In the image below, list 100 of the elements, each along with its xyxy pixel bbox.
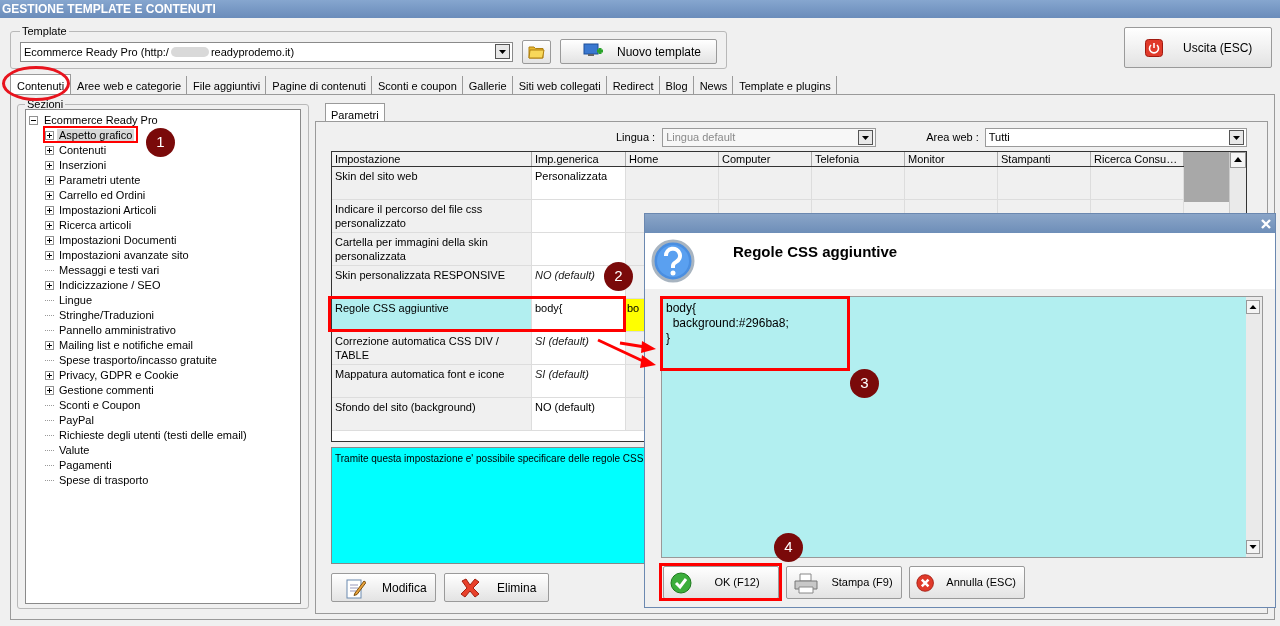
tree-item[interactable]: Pagamenti — [57, 459, 114, 472]
tree-item[interactable]: Impostazioni Articoli — [57, 204, 159, 217]
delete-button[interactable]: Elimina — [444, 573, 549, 602]
column-header[interactable]: Impostazione — [332, 152, 532, 166]
edit-button[interactable]: Modifica — [331, 573, 436, 602]
tab[interactable]: Contenuti — [10, 74, 72, 94]
table-cell[interactable] — [532, 200, 626, 233]
tree-item[interactable]: Valute — [57, 444, 92, 457]
tree-item[interactable]: Stringhe/Traduzioni — [57, 309, 156, 322]
cell-value: SI (default) — [535, 335, 589, 347]
tree-item[interactable]: Ecommerce Ready Pro — [42, 114, 160, 127]
table-cell[interactable] — [812, 167, 905, 200]
tree-item[interactable]: Impostazioni Documenti — [57, 234, 179, 247]
close-icon[interactable] — [1260, 217, 1272, 230]
expand-icon[interactable] — [45, 131, 54, 140]
column-header[interactable]: Home — [626, 152, 719, 166]
area-dropdown[interactable]: Tutti — [984, 127, 1247, 147]
tree-item[interactable]: Contenuti — [57, 144, 109, 157]
print-button[interactable]: Stampa (F9) — [786, 566, 902, 599]
tree-item[interactable]: PayPal — [57, 414, 96, 427]
tree-item[interactable]: Spese trasporto/incasso gratuite — [57, 354, 219, 367]
expand-icon[interactable] — [45, 251, 54, 260]
tree-item[interactable]: Parametri utente — [57, 174, 143, 187]
cell-value: Personalizzata — [535, 170, 608, 182]
folder-button[interactable] — [522, 39, 551, 64]
column-header[interactable]: Ricerca Consu… — [1091, 152, 1184, 166]
expand-icon[interactable] — [45, 161, 54, 170]
new-template-button[interactable]: Nuovo template — [560, 39, 717, 65]
table-cell[interactable] — [905, 167, 998, 200]
setting-cell[interactable]: Sfondo del sito (background) — [332, 398, 532, 431]
tree-item[interactable]: Spese di trasporto — [57, 474, 151, 487]
table-cell[interactable] — [626, 167, 719, 200]
cancel-icon — [916, 571, 935, 594]
dialog-title: Regole CSS aggiuntive — [733, 242, 898, 262]
group-label: Template — [21, 24, 68, 39]
tree-item[interactable]: Inserzioni — [57, 159, 109, 172]
collapse-icon[interactable] — [29, 116, 38, 125]
expand-icon[interactable] — [45, 386, 54, 395]
tree-item[interactable]: Messaggi e testi vari — [57, 264, 162, 277]
cell-value: NO (default) — [535, 269, 595, 281]
expand-icon[interactable] — [45, 281, 54, 290]
power-icon — [1145, 38, 1163, 57]
setting-cell[interactable]: Skin del sito web — [332, 167, 532, 200]
tree-item[interactable]: Gestione commenti — [57, 384, 156, 397]
dropdown-value: Tutti — [988, 129, 1010, 145]
expand-icon[interactable] — [45, 341, 54, 350]
column-header[interactable]: Stampanti — [998, 152, 1091, 166]
column-header[interactable]: Telefonia — [812, 152, 905, 166]
setting-cell[interactable]: Correzione automatica CSS DIV / TABLE — [332, 332, 532, 365]
scroll-up-icon[interactable] — [1230, 152, 1246, 168]
pencil-note-icon — [346, 576, 366, 599]
printer-icon — [793, 571, 819, 594]
expand-icon[interactable] — [45, 176, 54, 185]
checkmark-icon — [670, 571, 692, 594]
dropdown-value: Ecommerce Ready Pro (http:/ — [24, 44, 169, 60]
column-header[interactable]: Monitor — [905, 152, 998, 166]
scroll-up-icon[interactable] — [1246, 300, 1260, 314]
table-cell[interactable] — [719, 167, 812, 200]
blurred-text — [170, 46, 209, 57]
tree-item[interactable]: Lingue — [57, 294, 95, 307]
question-icon — [651, 239, 695, 283]
tree-item[interactable]: Privacy, GDPR e Cookie — [57, 369, 181, 382]
cross-icon — [459, 576, 481, 599]
cancel-button[interactable]: Annulla (ESC) — [909, 566, 1025, 599]
expand-icon[interactable] — [45, 146, 54, 155]
setting-cell[interactable]: Cartella per immagini della skin personalizzata — [332, 233, 532, 266]
highlight-ellipse — [2, 66, 70, 101]
scroll-down-icon[interactable] — [1246, 540, 1260, 554]
setting-cell[interactable]: Indicare il percorso del file css personalizzato — [332, 200, 532, 233]
tree-item[interactable]: Sconti e Coupon — [57, 399, 143, 412]
expand-icon[interactable] — [45, 206, 54, 215]
table-cell[interactable] — [998, 167, 1091, 200]
table-cell[interactable] — [532, 233, 626, 266]
expand-icon[interactable] — [45, 371, 54, 380]
field-label: Area web : — [926, 129, 979, 145]
grid-filler — [1184, 152, 1229, 202]
group-label: Sezioni — [26, 99, 65, 109]
tree-item[interactable]: Richieste degli utenti (testi delle email) — [57, 429, 249, 442]
template-dropdown[interactable]: Ecommerce Ready Pro (http:/ readyprodemo.it) — [20, 41, 513, 62]
expand-icon[interactable] — [45, 236, 54, 245]
expand-icon[interactable] — [45, 191, 54, 200]
tree-item[interactable]: Indicizzazione / SEO — [57, 279, 163, 292]
scrollbar[interactable] — [1246, 297, 1262, 557]
column-header[interactable]: Imp.generica — [532, 152, 626, 166]
code-text: body{ background:#296ba8; } — [665, 300, 790, 346]
expand-icon[interactable] — [45, 221, 54, 230]
tree-item[interactable]: Pannello amministrativo — [57, 324, 178, 337]
tree-item[interactable]: Impostazioni avanzate sito — [57, 249, 191, 262]
column-header[interactable]: Computer — [719, 152, 812, 166]
ok-button[interactable]: OK (F12) — [663, 566, 779, 599]
tab[interactable]: Parametri — [325, 103, 385, 121]
tree-item[interactable]: Ricerca articoli — [57, 219, 134, 232]
tree-item[interactable]: Carrello ed Ordini — [57, 189, 148, 202]
field-label: Lingua : — [616, 129, 656, 145]
exit-button[interactable]: Uscita (ESC) — [1124, 27, 1272, 68]
folder-icon — [528, 44, 545, 59]
dropdown-value: Lingua default — [666, 129, 736, 145]
table-cell[interactable] — [1091, 167, 1184, 200]
setting-cell[interactable]: Mappatura automatica font e icone — [332, 365, 532, 398]
tree-item[interactable]: Mailing list e notifiche email — [57, 339, 195, 352]
